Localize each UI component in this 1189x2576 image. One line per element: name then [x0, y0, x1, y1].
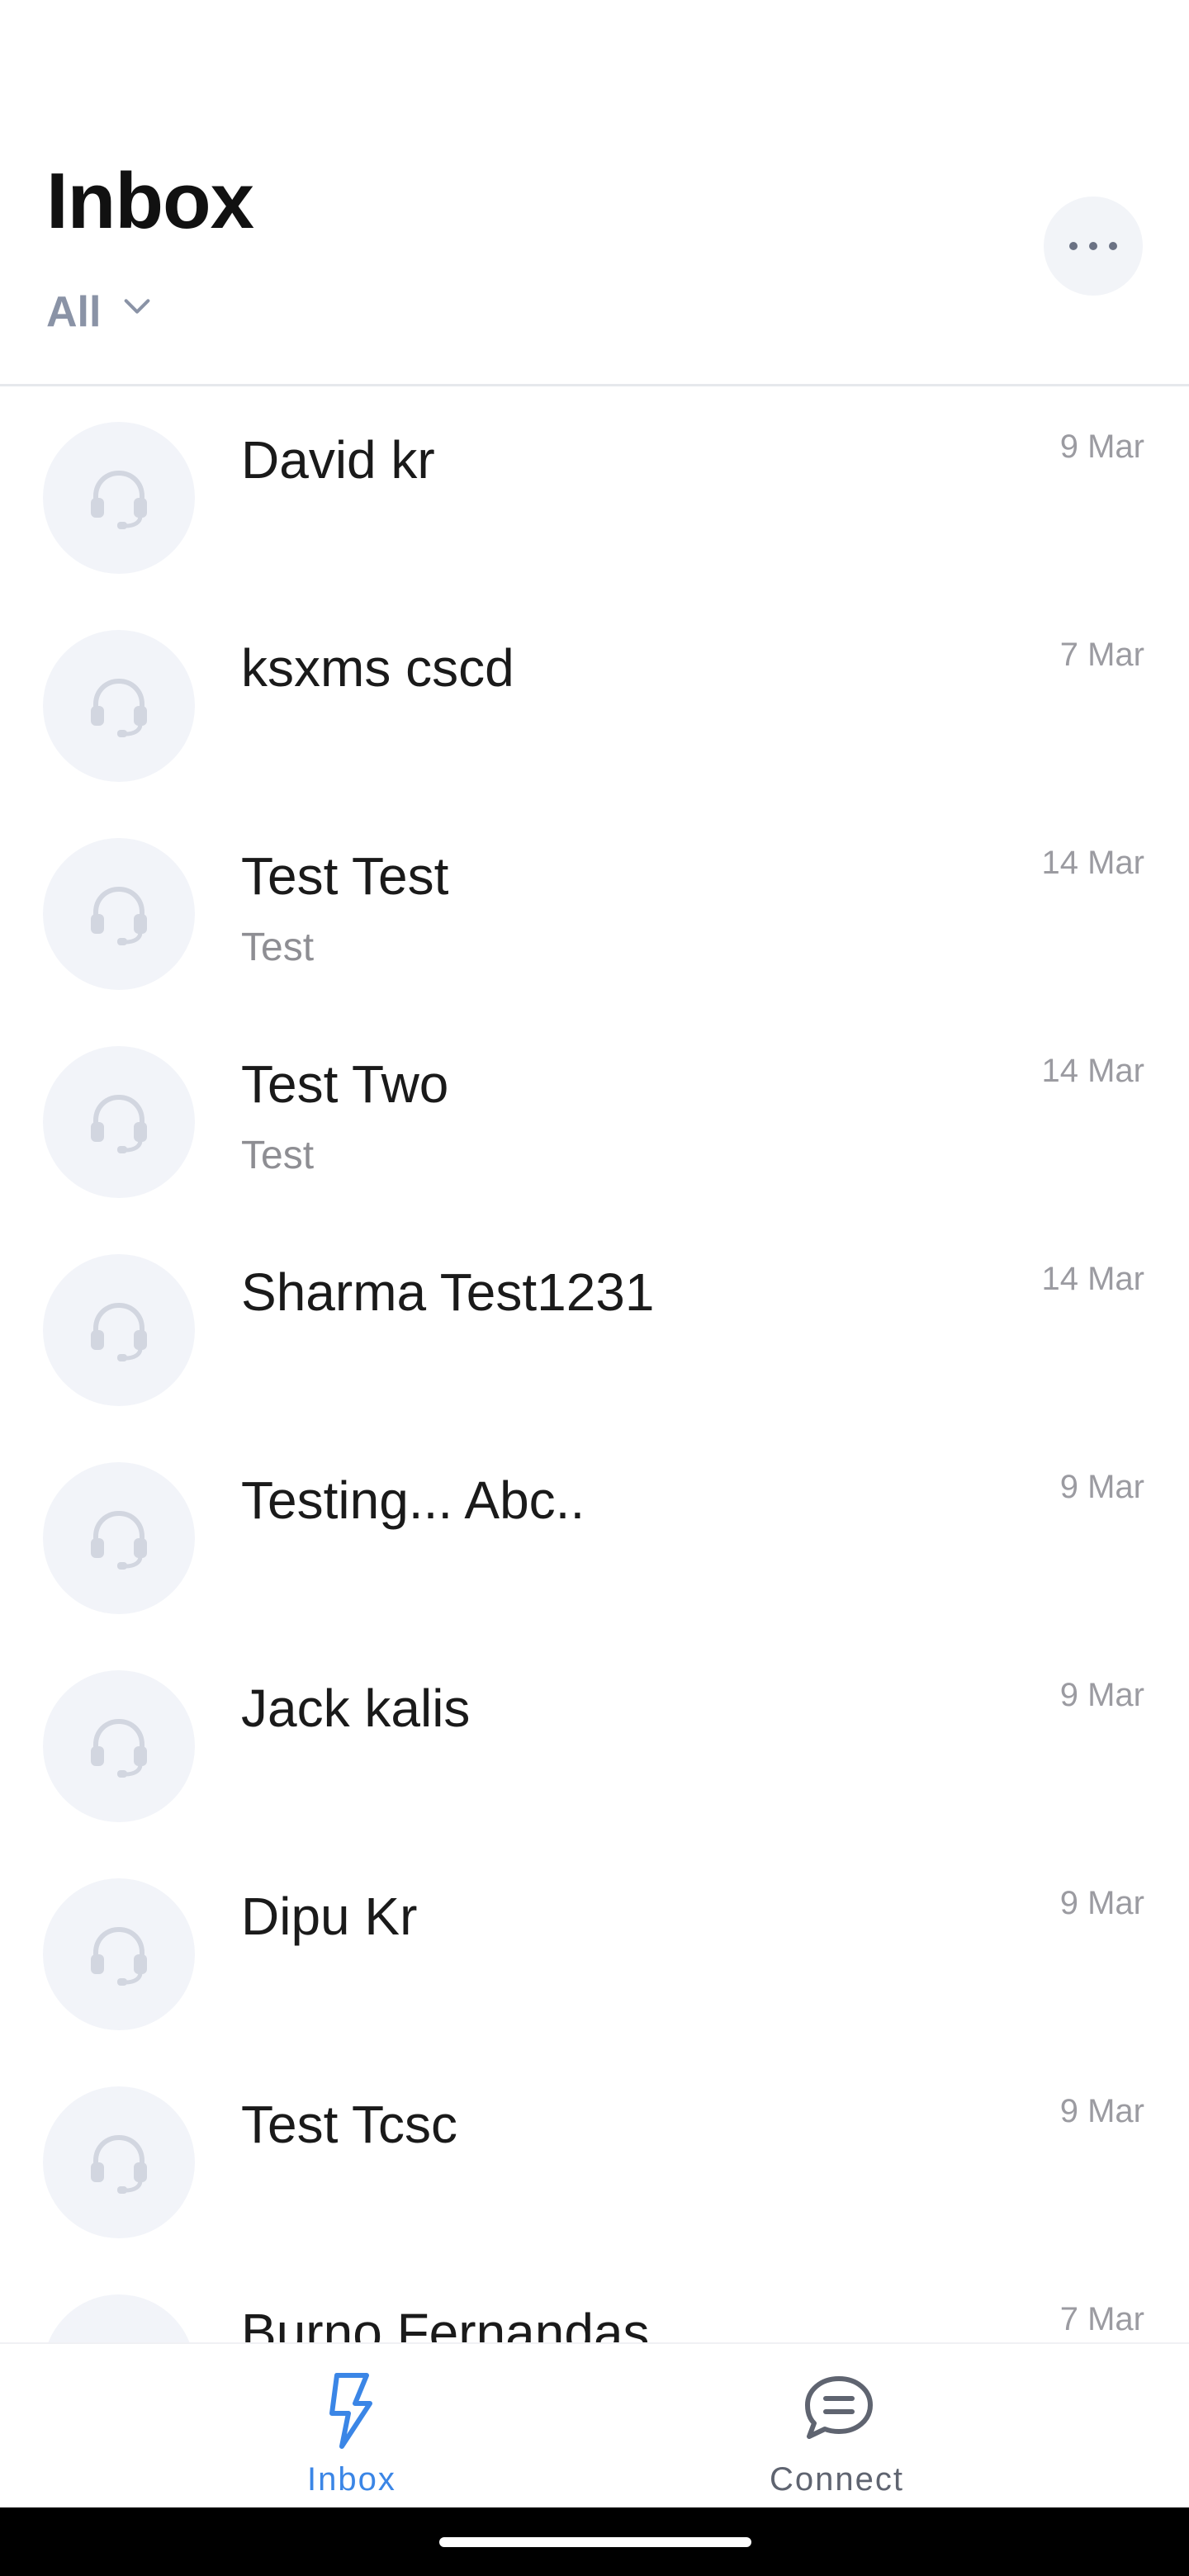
conversation-name: Test Two [241, 1054, 449, 1114]
avatar [43, 1462, 195, 1614]
conversation-name: ksxms cscd [241, 638, 514, 698]
conversation-name: Jack kalis [241, 1679, 471, 1738]
conversation-list[interactable]: David kr 9 Mar ksxms cscd 7 Mar Test Tes… [0, 389, 1189, 2342]
avatar [43, 2086, 195, 2238]
conversation-row[interactable]: Dipu Kr 9 Mar [0, 1845, 1189, 2053]
nav-tab-connect[interactable]: Connect [700, 2344, 1189, 2509]
system-navigation-bar [0, 2507, 1189, 2576]
conversation-preview: Test [241, 1134, 315, 1177]
headset-icon [91, 1302, 147, 1361]
conversation-date: 9 Mar [1059, 1885, 1144, 1921]
conversation-name: Test Tcsc [241, 2095, 457, 2154]
more-horizontal-icon [1069, 242, 1117, 250]
avatar [43, 1046, 195, 1198]
nav-tab-inbox-label: Inbox [307, 2461, 396, 2498]
home-indicator[interactable] [439, 2537, 751, 2547]
avatar [43, 1670, 195, 1822]
avatar [43, 630, 195, 782]
conversation-date: 14 Mar [1041, 1261, 1145, 1297]
conversation-date: 14 Mar [1041, 1053, 1145, 1089]
conversation-row[interactable]: Burno Fernandas 7 Mar [0, 2261, 1189, 2342]
filter-label: All [46, 288, 102, 336]
conversation-date: 7 Mar [1059, 637, 1144, 673]
nav-tab-connect-label: Connect [770, 2461, 904, 2498]
page-title: Inbox [46, 157, 254, 245]
conversation-row[interactable]: Test Test Test 14 Mar [0, 805, 1189, 1013]
conversation-name: Burno Fernandas [241, 2303, 650, 2342]
headset-icon [91, 886, 147, 945]
filter-dropdown[interactable]: All [46, 291, 154, 334]
conversation-preview: Test [241, 926, 315, 969]
conversation-row[interactable]: ksxms cscd 7 Mar [0, 597, 1189, 805]
headset-icon [91, 2134, 147, 2194]
conversation-name: Test Test [241, 846, 449, 906]
chevron-down-icon [125, 299, 150, 314]
bottom-navigation: Inbox Connect [0, 2342, 1189, 2507]
headset-icon [91, 1926, 147, 1986]
conversation-row[interactable]: Jack kalis 9 Mar [0, 1637, 1189, 1845]
chat-bubble-icon [805, 2376, 873, 2439]
avatar [43, 838, 195, 990]
conversation-row[interactable]: Test Two Test 14 Mar [0, 1013, 1189, 1221]
conversation-row[interactable]: Sharma Test1231 14 Mar [0, 1221, 1189, 1429]
headset-icon [91, 1510, 147, 1570]
more-options-button[interactable] [1044, 197, 1143, 296]
conversation-name: Dipu Kr [241, 1887, 418, 1946]
conversation-date: 14 Mar [1041, 845, 1145, 881]
conversation-row[interactable]: Test Tcsc 9 Mar [0, 2053, 1189, 2261]
headset-icon [84, 2336, 154, 2342]
conversation-date: 7 Mar [1059, 2301, 1144, 2337]
conversation-date: 9 Mar [1059, 2093, 1144, 2129]
headset-icon [91, 1718, 147, 1778]
headset-icon [91, 1094, 147, 1153]
conversation-date: 9 Mar [1059, 1469, 1144, 1505]
avatar [43, 422, 195, 574]
conversation-name: Testing... Abc.. [241, 1470, 585, 1530]
headset-icon [91, 678, 147, 737]
headset-icon [91, 470, 147, 529]
lightning-bolt-icon [329, 2373, 372, 2449]
conversation-name: Sharma Test1231 [241, 1262, 655, 1322]
conversation-date: 9 Mar [1059, 1677, 1144, 1713]
conversation-name: David kr [241, 430, 435, 490]
avatar [43, 1254, 195, 1406]
conversation-row[interactable]: Testing... Abc.. 9 Mar [0, 1429, 1189, 1637]
avatar [43, 2294, 195, 2342]
conversation-row[interactable]: David kr 9 Mar [0, 389, 1189, 597]
avatar [43, 1878, 195, 2030]
inbox-screen: Inbox All David kr 9 Mar ksxms cscd 7 Ma… [0, 0, 1189, 2576]
conversation-date: 9 Mar [1059, 429, 1144, 465]
nav-tab-inbox[interactable]: Inbox [0, 2344, 700, 2509]
inbox-header: Inbox All [0, 0, 1189, 386]
